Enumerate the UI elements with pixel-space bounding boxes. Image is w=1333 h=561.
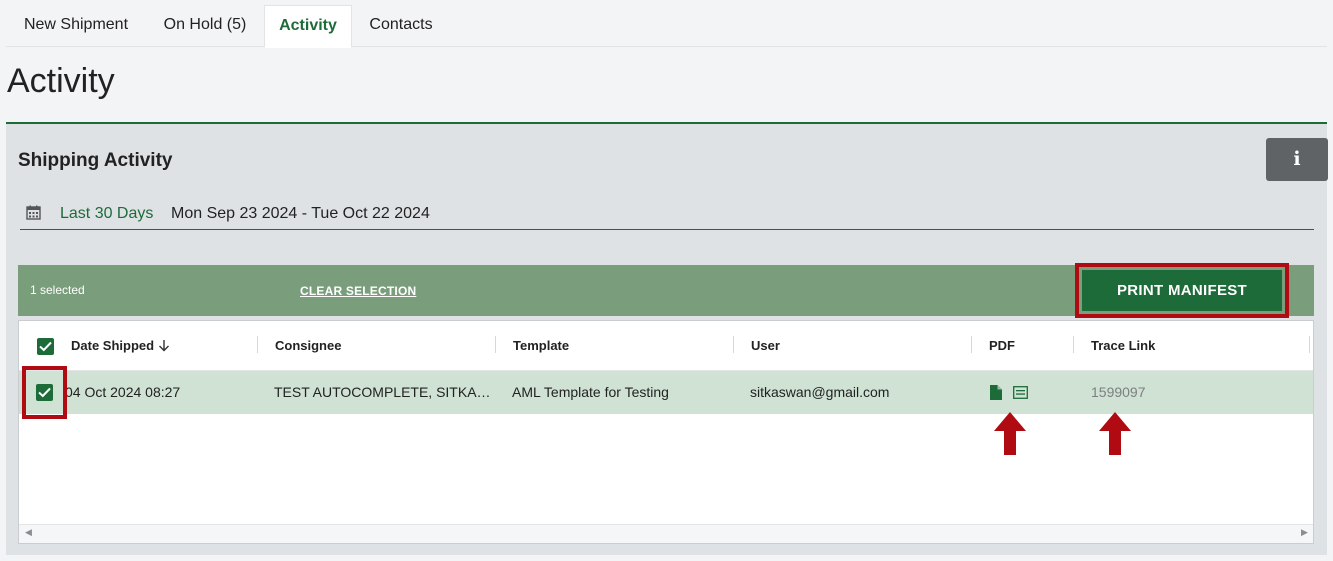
column-header-trace-link[interactable]: Trace Link <box>1091 338 1155 353</box>
trace-link[interactable]: 1599097 <box>1091 384 1146 400</box>
date-preset-link[interactable]: Last 30 Days <box>60 205 153 223</box>
checkmark-icon <box>39 341 52 352</box>
column-header-pdf[interactable]: PDF <box>989 338 1015 353</box>
column-separator[interactable] <box>1309 336 1310 353</box>
column-separator[interactable] <box>257 336 258 353</box>
selection-count: 1 selected <box>30 283 85 297</box>
row-checkbox-highlight <box>22 366 67 419</box>
cell-consignee: TEST AUTOCOMPLETE, SITKA… <box>274 384 491 400</box>
clear-selection-link[interactable]: CLEAR SELECTION <box>300 284 416 298</box>
column-header-user[interactable]: User <box>751 338 780 353</box>
cell-date-shipped: 04 Oct 2024 08:27 <box>65 384 181 400</box>
column-header-consignee[interactable]: Consignee <box>275 338 341 353</box>
print-manifest-button[interactable]: PRINT MANIFEST <box>1082 270 1282 311</box>
table-row[interactable]: 04 Oct 2024 08:27 TEST AUTOCOMPLETE, SIT… <box>19 371 1313 414</box>
date-filter[interactable]: Last 30 Days Mon Sep 23 2024 - Tue Oct 2… <box>20 202 1314 230</box>
select-all-checkbox[interactable] <box>37 338 54 355</box>
label-icon[interactable] <box>1013 386 1028 399</box>
tab-contacts[interactable]: Contacts <box>352 5 450 47</box>
tab-on-hold[interactable]: On Hold (5) <box>146 5 264 47</box>
column-separator[interactable] <box>1073 336 1074 353</box>
cell-user: sitkaswan@gmail.com <box>750 384 890 400</box>
scroll-left-icon[interactable]: ◀ <box>25 527 32 538</box>
calendar-icon <box>26 205 41 220</box>
page-title: Activity <box>7 62 115 100</box>
selection-bar: 1 selected CLEAR SELECTION PRINT MANIFES… <box>18 263 1314 318</box>
column-header-template[interactable]: Template <box>513 338 569 353</box>
column-separator[interactable] <box>495 336 496 353</box>
column-header-date-shipped[interactable]: Date Shipped <box>71 338 154 353</box>
sort-arrow-down-icon[interactable] <box>158 339 170 352</box>
scroll-right-icon[interactable]: ▶ <box>1301 527 1308 538</box>
shipping-activity-panel: Shipping Activity i Last 30 Days Mon Sep… <box>6 122 1328 555</box>
page: New Shipment On Hold (5) Activity Contac… <box>0 0 1333 561</box>
panel-title: Shipping Activity <box>18 150 173 171</box>
grid-header: Date Shipped Consignee Template User PDF… <box>19 321 1313 371</box>
document-icon[interactable] <box>990 385 1002 400</box>
info-button[interactable]: i <box>1266 138 1328 181</box>
tab-new-shipment[interactable]: New Shipment <box>6 5 146 47</box>
annotation-arrow-up-icon <box>1099 412 1131 455</box>
tab-activity[interactable]: Activity <box>264 5 352 48</box>
cell-template: AML Template for Testing <box>512 384 669 400</box>
column-separator[interactable] <box>733 336 734 353</box>
horizontal-scrollbar[interactable]: ◀ ▶ <box>19 524 1313 543</box>
tab-bar: New Shipment On Hold (5) Activity Contac… <box>6 5 1327 48</box>
annotation-arrow-up-icon <box>994 412 1026 455</box>
date-range-text: Mon Sep 23 2024 - Tue Oct 22 2024 <box>171 205 430 222</box>
column-separator[interactable] <box>971 336 972 353</box>
